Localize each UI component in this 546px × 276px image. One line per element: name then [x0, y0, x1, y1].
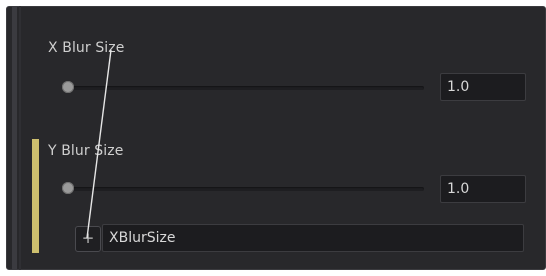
x-blur-size-slider-track[interactable]	[62, 86, 424, 90]
y-blur-size-slider-knob[interactable]	[62, 182, 74, 194]
x-blur-size-slider-knob[interactable]	[62, 81, 74, 93]
inspector-frame: X Blur Size 1.0 Y Blur Size 1.0 + XBlurS…	[0, 0, 546, 276]
x-blur-size-label: X Blur Size	[48, 40, 125, 56]
y-blur-size-value-field[interactable]: 1.0	[440, 175, 526, 203]
y-blur-size-label: Y Blur Size	[48, 143, 124, 159]
panel-edge-stripe-inner	[19, 6, 21, 270]
y-blur-size-expression-field[interactable]: XBlurSize	[102, 224, 524, 252]
panel-edge-stripe	[12, 6, 17, 270]
y-blur-size-slider-track[interactable]	[62, 187, 424, 191]
x-blur-size-value-field[interactable]: 1.0	[440, 73, 526, 101]
expression-indicator-bar	[32, 139, 39, 253]
expression-add-button[interactable]: +	[75, 226, 101, 252]
